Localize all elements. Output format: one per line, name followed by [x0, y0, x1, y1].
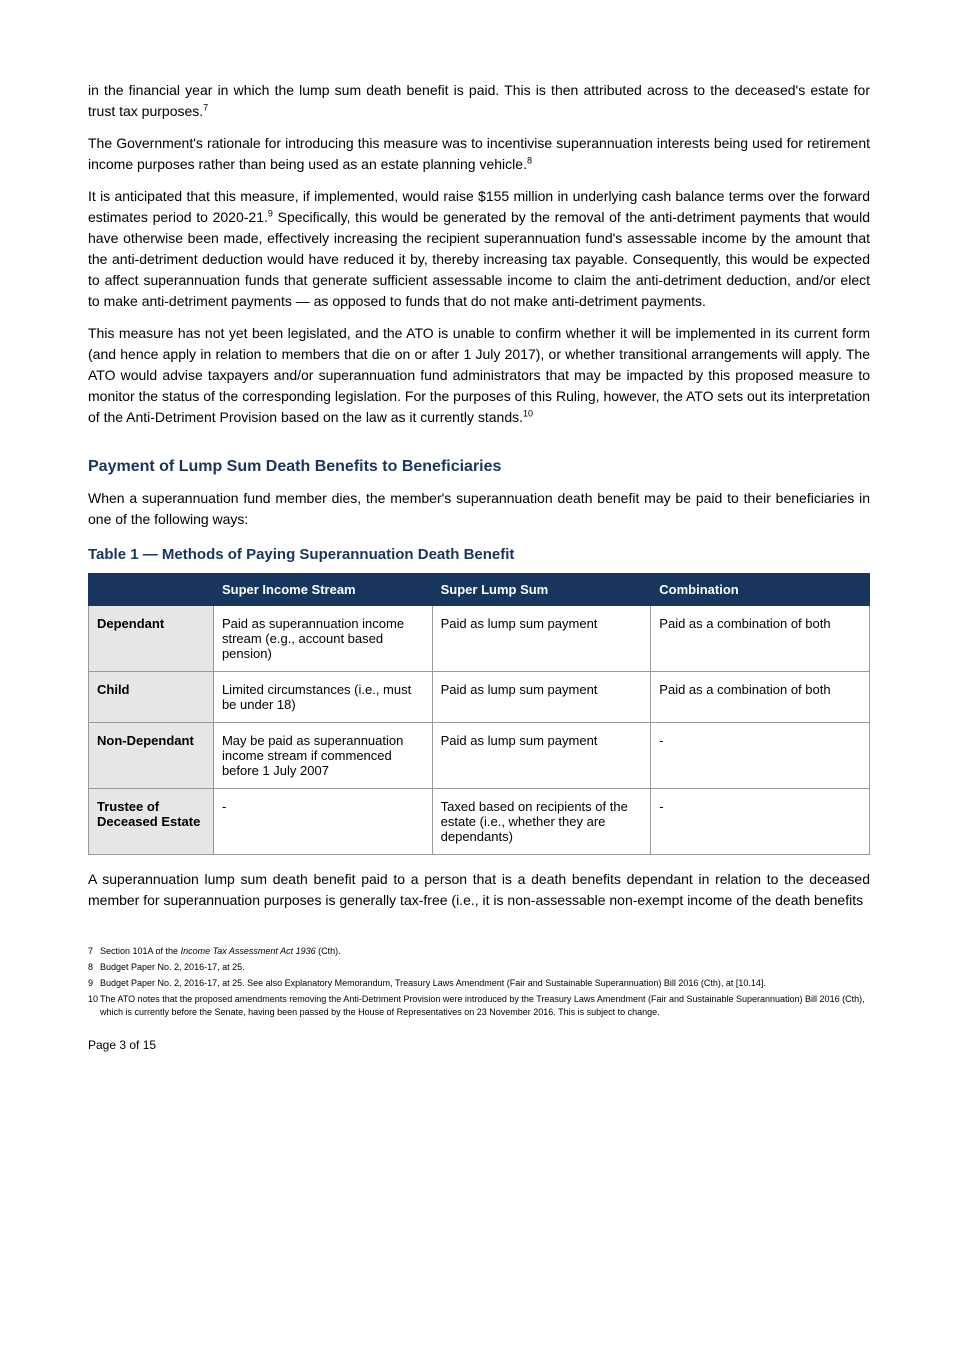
cell: -	[213, 789, 432, 855]
page-footer: Page 3 of 15	[88, 1038, 870, 1052]
paragraph-not-legislated: This measure has not yet been legislated…	[88, 323, 870, 428]
footnote-text: Budget Paper No. 2, 2016-17, at 25.	[100, 961, 870, 973]
th-combination: Combination	[651, 574, 870, 606]
footnote-ref-7: 7	[203, 102, 208, 112]
footnote-7: 7 Section 101A of the Income Tax Assessm…	[88, 945, 870, 957]
cell: Paid as superannuation income stream (e.…	[213, 606, 432, 672]
footnote-text: Budget Paper No. 2, 2016-17, at 25. See …	[100, 977, 870, 989]
footnote-8: 8 Budget Paper No. 2, 2016-17, at 25.	[88, 961, 870, 973]
footnotes: 7 Section 101A of the Income Tax Assessm…	[88, 945, 870, 1018]
paragraph-intro-payment: When a superannuation fund member dies, …	[88, 488, 870, 530]
cell: Paid as a combination of both	[651, 672, 870, 723]
paragraph-anticipated: It is anticipated that this measure, if …	[88, 186, 870, 312]
table-row: Non-Dependant May be paid as superannuat…	[89, 723, 870, 789]
footnote-10: 10 The ATO notes that the proposed amend…	[88, 993, 870, 1017]
footnote-number: 9	[88, 977, 100, 989]
cell: May be paid as superannuation income str…	[213, 723, 432, 789]
th-income-stream: Super Income Stream	[213, 574, 432, 606]
row-label-dependant: Dependant	[89, 606, 214, 672]
th-lump-sum: Super Lump Sum	[432, 574, 651, 606]
cell: Paid as lump sum payment	[432, 606, 651, 672]
cell: -	[651, 723, 870, 789]
p3-text: This measure has not yet been legislated…	[88, 325, 870, 425]
th-blank	[89, 574, 214, 606]
row-label-trustee: Trustee of Deceased Estate	[89, 789, 214, 855]
cell: Taxed based on recipients of the estate …	[432, 789, 651, 855]
paragraph-rationale: The Government's rationale for introduci…	[88, 133, 870, 175]
cell: Paid as lump sum payment	[432, 672, 651, 723]
table-methods-paying-benefit: Super Income Stream Super Lump Sum Combi…	[88, 573, 870, 855]
cell: -	[651, 789, 870, 855]
cell: Paid as a combination of both	[651, 606, 870, 672]
footnote-number: 7	[88, 945, 100, 957]
p1-text: The Government's rationale for introduci…	[88, 135, 870, 172]
paragraph-continuation: in the financial year in which the lump …	[88, 80, 870, 122]
footnote-ref-10: 10	[523, 408, 533, 418]
table-row: Child Limited circumstances (i.e., must …	[89, 672, 870, 723]
row-label-child: Child	[89, 672, 214, 723]
p0-text: in the financial year in which the lump …	[88, 82, 870, 119]
table-header-row: Super Income Stream Super Lump Sum Combi…	[89, 574, 870, 606]
heading-payment-lump-sum: Payment of Lump Sum Death Benefits to Be…	[88, 458, 870, 476]
cell: Limited circumstances (i.e., must be und…	[213, 672, 432, 723]
footnote-number: 8	[88, 961, 100, 973]
footnote-number: 10	[88, 993, 100, 1017]
table-row: Trustee of Deceased Estate - Taxed based…	[89, 789, 870, 855]
row-label-non-dependant: Non-Dependant	[89, 723, 214, 789]
subheading-table-1: Table 1 — Methods of Paying Superannuati…	[88, 546, 870, 563]
cell: Paid as lump sum payment	[432, 723, 651, 789]
footnote-ref-8: 8	[527, 155, 532, 165]
footnote-9: 9 Budget Paper No. 2, 2016-17, at 25. Se…	[88, 977, 870, 989]
paragraph-after-table: A superannuation lump sum death benefit …	[88, 869, 870, 911]
footnote-text: The ATO notes that the proposed amendmen…	[100, 993, 870, 1017]
footnote-text: Section 101A of the Income Tax Assessmen…	[100, 945, 870, 957]
table-row: Dependant Paid as superannuation income …	[89, 606, 870, 672]
